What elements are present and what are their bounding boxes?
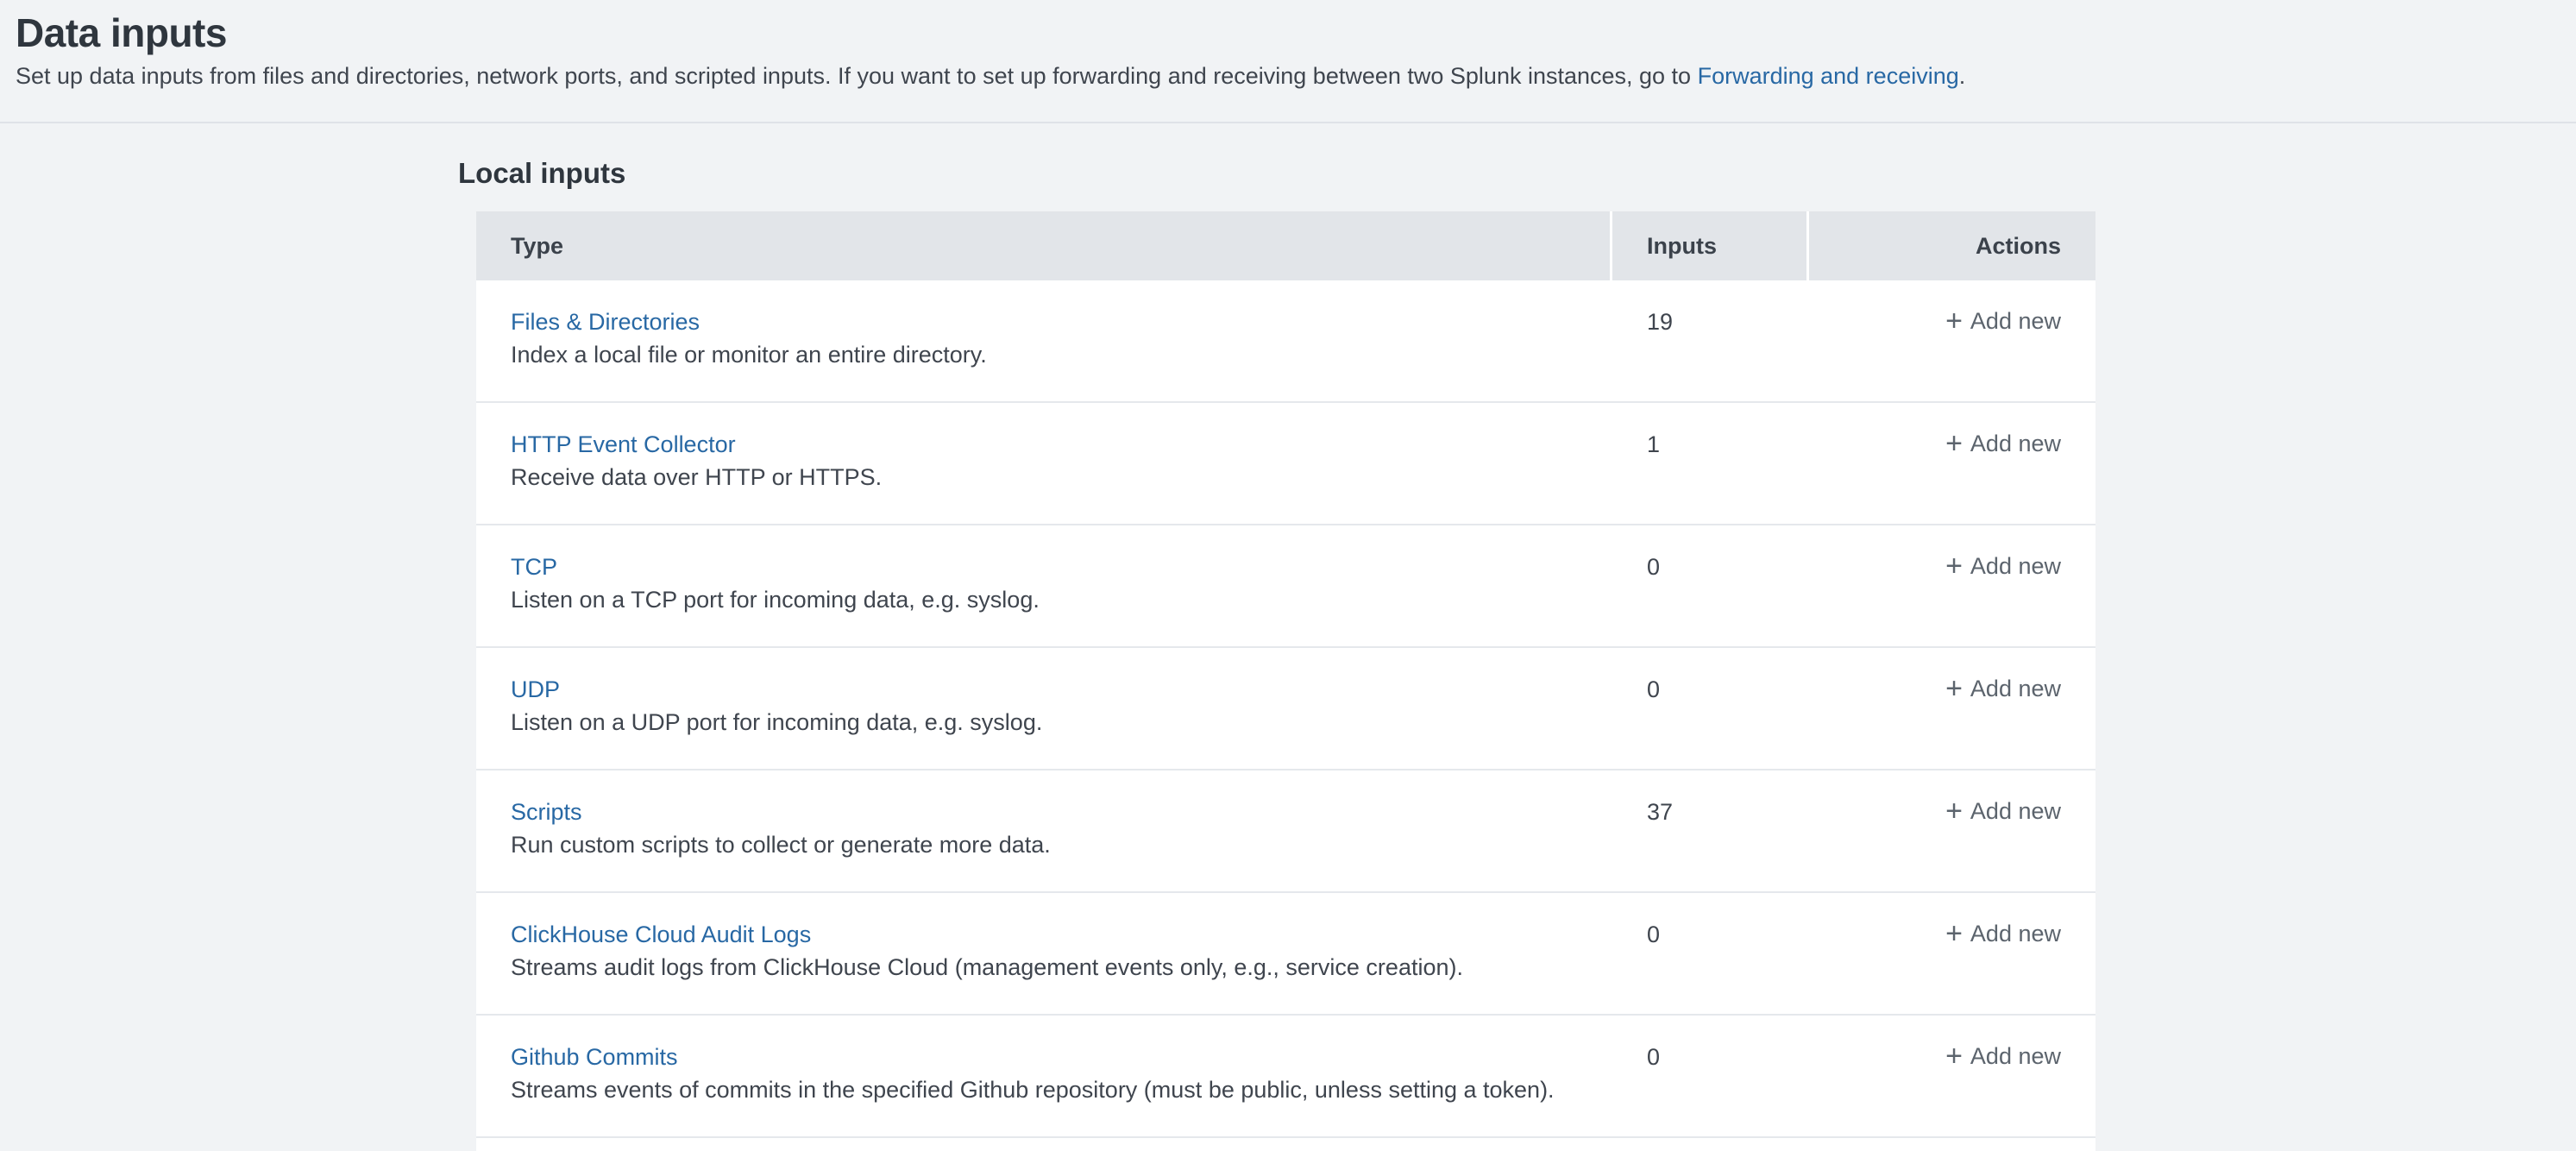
plus-icon: + xyxy=(1945,550,1963,582)
inputs-count: 1 xyxy=(1612,403,1806,524)
type-cell: TCP Listen on a TCP port for incoming da… xyxy=(476,525,1610,646)
page-subtitle: Set up data inputs from files and direct… xyxy=(16,62,2576,91)
add-new-label: Add new xyxy=(1970,676,2061,701)
inputs-count: 19 xyxy=(1612,280,1806,401)
forwarding-and-receiving-link[interactable]: Forwarding and receiving xyxy=(1698,63,1959,89)
actions-cell: + Add new xyxy=(1809,648,2095,769)
table-body: Files & Directories Index a local file o… xyxy=(476,280,2095,1151)
subtitle-text: Set up data inputs from files and direct… xyxy=(16,63,1698,89)
plus-icon: + xyxy=(1945,672,1963,705)
add-new-label: Add new xyxy=(1970,431,2061,456)
inputs-count: 0 xyxy=(1612,893,1806,1014)
type-description: Run custom scripts to collect or generat… xyxy=(511,831,1575,859)
add-new-button[interactable]: + Add new xyxy=(1945,798,2061,824)
add-new-button[interactable]: +Add new xyxy=(1945,921,2061,947)
add-new-label: Add new xyxy=(1970,921,2061,947)
type-cell: Github Commits Streams events of commits… xyxy=(476,1016,1610,1136)
column-header-inputs: Inputs xyxy=(1612,211,1806,280)
type-description: Streams audit logs from ClickHouse Cloud… xyxy=(511,953,1575,982)
type-description: Streams events of commits in the specifi… xyxy=(511,1076,1575,1104)
type-cell: UDP Listen on a UDP port for incoming da… xyxy=(476,648,1610,769)
type-cell: Scripts Run custom scripts to collect or… xyxy=(476,770,1610,891)
type-description: Index a local file or monitor an entire … xyxy=(511,341,1575,369)
table-row-tcp: TCP Listen on a TCP port for incoming da… xyxy=(476,525,2095,648)
add-new-button[interactable]: + Add new xyxy=(1945,553,2061,579)
plus-icon: + xyxy=(1945,795,1963,827)
column-header-actions: Actions xyxy=(1809,211,2095,280)
type-description: Listen on a UDP port for incoming data, … xyxy=(511,708,1575,737)
actions-cell: + Add new xyxy=(1809,403,2095,524)
type-description: Receive data over HTTP or HTTPS. xyxy=(511,463,1575,492)
inputs-count: 0 xyxy=(1612,525,1806,646)
actions-cell: + Add new xyxy=(1809,1016,2095,1136)
scripts-link[interactable]: Scripts xyxy=(511,797,582,827)
http-event-collector-link[interactable]: HTTP Event Collector xyxy=(511,430,736,459)
github-commits-link[interactable]: Github Commits xyxy=(511,1042,678,1072)
page-title: Data inputs xyxy=(16,9,2576,57)
clickhouse-cloud-audit-logs-link[interactable]: ClickHouse Cloud Audit Logs xyxy=(511,920,811,949)
table-header-row: Type Inputs Actions xyxy=(476,211,2095,280)
plus-icon: + xyxy=(1945,1040,1963,1072)
actions-cell: + Add new xyxy=(1809,770,2095,891)
plus-icon: + xyxy=(1945,305,1963,337)
inputs-count: 37 xyxy=(1612,770,1806,891)
main-content: Local inputs Type Inputs Actions Files &… xyxy=(0,158,2576,1151)
column-header-type: Type xyxy=(476,211,1610,280)
actions-cell: + Add new xyxy=(1809,280,2095,401)
table-row-partial xyxy=(476,1138,2095,1151)
table-row-files-directories: Files & Directories Index a local file o… xyxy=(476,280,2095,403)
table-row-clickhouse-cloud-audit-logs: ClickHouse Cloud Audit Logs Streams audi… xyxy=(476,893,2095,1016)
add-new-label: Add new xyxy=(1970,1043,2061,1069)
add-new-button[interactable]: +Add new xyxy=(1945,431,2061,456)
type-cell: ClickHouse Cloud Audit Logs Streams audi… xyxy=(476,893,1610,1014)
plus-icon: + xyxy=(1945,917,1963,950)
udp-link[interactable]: UDP xyxy=(511,675,560,704)
add-new-button[interactable]: +Add new xyxy=(1945,676,2061,701)
section-title: Local inputs xyxy=(458,158,2576,188)
add-new-button[interactable]: + Add new xyxy=(1945,308,2061,334)
actions-cell: + Add new xyxy=(1809,525,2095,646)
tcp-link[interactable]: TCP xyxy=(511,552,557,582)
table-row-udp: UDP Listen on a UDP port for incoming da… xyxy=(476,648,2095,770)
inputs-count: 0 xyxy=(1612,648,1806,769)
table-row-github-commits: Github Commits Streams events of commits… xyxy=(476,1016,2095,1138)
type-cell: HTTP Event Collector Receive data over H… xyxy=(476,403,1610,524)
add-new-label: Add new xyxy=(1970,308,2061,334)
page-header: Data inputs Set up data inputs from file… xyxy=(0,0,2576,123)
add-new-label: Add new xyxy=(1970,553,2061,579)
table-row-http-event-collector: HTTP Event Collector Receive data over H… xyxy=(476,403,2095,525)
add-new-label: Add new xyxy=(1970,798,2061,824)
subtitle-period: . xyxy=(1959,63,1966,89)
files-directories-link[interactable]: Files & Directories xyxy=(511,307,700,336)
type-cell: Files & Directories Index a local file o… xyxy=(476,280,1610,401)
table-row-scripts: Scripts Run custom scripts to collect or… xyxy=(476,770,2095,893)
actions-cell: + Add new xyxy=(1809,893,2095,1014)
local-inputs-table: Type Inputs Actions Files & Directories … xyxy=(476,211,2095,1151)
plus-icon: + xyxy=(1945,427,1963,460)
type-description: Listen on a TCP port for incoming data, … xyxy=(511,586,1575,614)
inputs-count: 0 xyxy=(1612,1016,1806,1136)
add-new-button[interactable]: + Add new xyxy=(1945,1043,2061,1069)
